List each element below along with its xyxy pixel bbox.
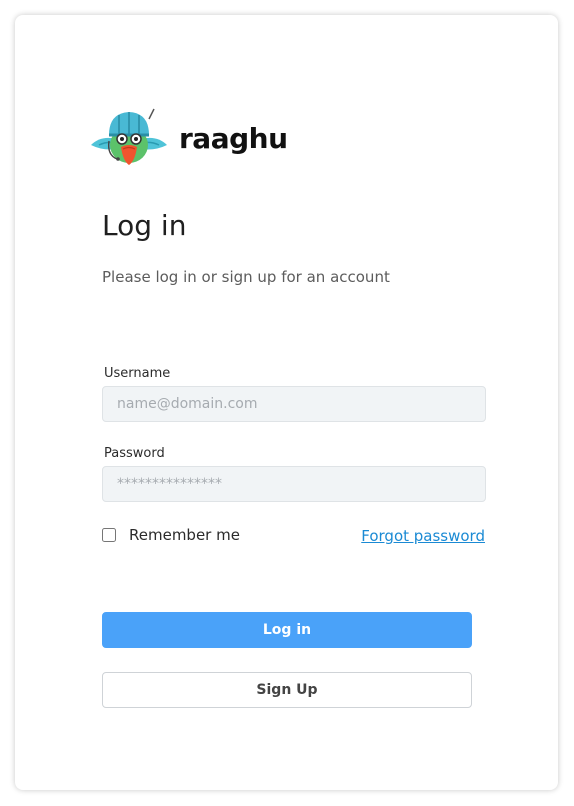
username-label: Username — [104, 366, 171, 381]
remember-me-checkbox[interactable] — [102, 528, 116, 542]
page-subtitle: Please log in or sign up for an account — [102, 268, 390, 286]
password-input[interactable] — [102, 466, 486, 502]
remember-me: Remember me — [102, 526, 240, 544]
password-label: Password — [104, 446, 165, 461]
login-button[interactable]: Log in — [102, 612, 472, 648]
brand-name: raaghu — [179, 121, 288, 155]
brand: raaghu — [87, 105, 288, 171]
remember-me-label[interactable]: Remember me — [129, 526, 240, 544]
username-input[interactable] — [102, 386, 486, 422]
signup-button[interactable]: Sign Up — [102, 672, 472, 708]
forgot-password-link[interactable]: Forgot password — [361, 527, 485, 545]
parrot-mascot-icon — [91, 108, 167, 165]
login-card: raaghu Log in Please log in or sign up f… — [15, 15, 558, 790]
page-title: Log in — [102, 209, 187, 242]
